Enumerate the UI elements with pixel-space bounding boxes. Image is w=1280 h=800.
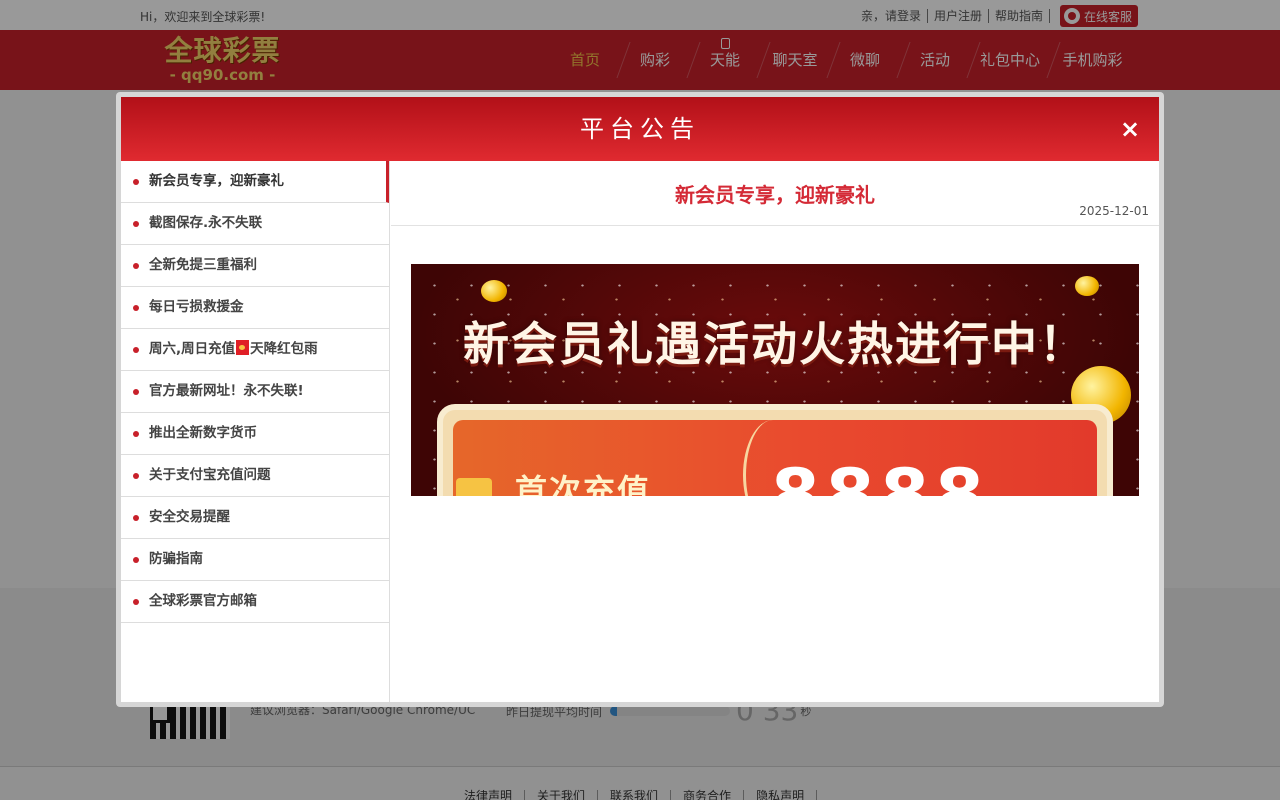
content-divider <box>391 225 1159 226</box>
notice-item[interactable]: 截图保存.永不失联 <box>121 203 389 245</box>
bullet-icon <box>133 221 139 227</box>
announcement-modal: 平台公告 × 新会员专享，迎新豪礼 截图保存.永不失联 全新免提三重福利 每日亏… <box>116 92 1164 707</box>
notice-title: 截图保存.永不失联 <box>149 215 263 231</box>
modal-header: 平台公告 × <box>121 97 1159 161</box>
bullet-icon <box>133 431 139 437</box>
promo-banner: 新会员礼遇活动火热进行中！ 首次充值 8888 <box>411 264 1139 496</box>
notice-list: 新会员专享，迎新豪礼 截图保存.永不失联 全新免提三重福利 每日亏损救援金 周六… <box>121 161 390 702</box>
notice-item[interactable]: 新会员专享，迎新豪礼 <box>121 161 389 203</box>
notice-item[interactable]: 全球彩票官方邮箱 <box>121 581 389 623</box>
notice-detail-title: 新会员专享，迎新豪礼 <box>675 183 875 207</box>
notice-date: 2025-12-01 <box>1079 204 1149 218</box>
bullet-icon <box>133 263 139 269</box>
notice-item[interactable]: 每日亏损救援金 <box>121 287 389 329</box>
notice-title: 新会员专享，迎新豪礼 <box>149 173 284 189</box>
notice-title: 全新免提三重福利 <box>149 257 257 273</box>
bullet-icon <box>133 347 139 353</box>
notice-title-part: 天降红包雨 <box>250 341 318 357</box>
notice-item[interactable]: 推出全新数字货币 <box>121 413 389 455</box>
bonus-amount: 8888 <box>771 454 990 496</box>
notice-title-part: 周六,周日充值 <box>149 341 236 357</box>
bonus-label: 首次充值 <box>515 472 652 496</box>
banner-headline: 新会员礼遇活动火热进行中！ <box>463 317 1087 371</box>
notice-title: 每日亏损救援金 <box>149 299 244 315</box>
notice-title: 关于支付宝充值问题 <box>149 467 271 483</box>
notice-content: 新会员专享，迎新豪礼 2025-12-01 新会员礼遇活动火热进行中！ 首次充值… <box>391 161 1159 702</box>
modal-body: 平台公告 × 新会员专享，迎新豪礼 截图保存.永不失联 全新免提三重福利 每日亏… <box>121 97 1159 702</box>
notice-item[interactable]: 周六,周日充值 天降红包雨 <box>121 329 389 371</box>
gold-coin-icon <box>481 280 507 302</box>
notice-item[interactable]: 安全交易提醒 <box>121 497 389 539</box>
red-envelope-icon <box>236 340 250 355</box>
notice-title: 防骗指南 <box>149 551 203 567</box>
bonus-card: 首次充值 8888 <box>437 404 1113 496</box>
notice-title: 安全交易提醒 <box>149 509 230 525</box>
bullet-icon <box>133 515 139 521</box>
notice-title: 推出全新数字货币 <box>149 425 257 441</box>
bullet-icon <box>133 179 139 185</box>
bullet-icon <box>133 389 139 395</box>
bullet-icon <box>133 599 139 605</box>
gift-box-icon <box>456 478 492 496</box>
gold-coin-icon <box>1075 276 1099 296</box>
notice-item[interactable]: 防骗指南 <box>121 539 389 581</box>
close-icon[interactable]: × <box>1118 117 1142 141</box>
notice-item[interactable]: 官方最新网址！永不失联! <box>121 371 389 413</box>
bonus-card-inner: 首次充值 8888 <box>453 420 1097 496</box>
bullet-icon <box>133 305 139 311</box>
notice-item[interactable]: 全新免提三重福利 <box>121 245 389 287</box>
notice-title: 全球彩票官方邮箱 <box>149 593 257 609</box>
bullet-icon <box>133 557 139 563</box>
notice-item[interactable]: 关于支付宝充值问题 <box>121 455 389 497</box>
modal-title: 平台公告 <box>580 115 700 143</box>
notice-title: 官方最新网址！永不失联! <box>149 383 304 399</box>
bullet-icon <box>133 473 139 479</box>
